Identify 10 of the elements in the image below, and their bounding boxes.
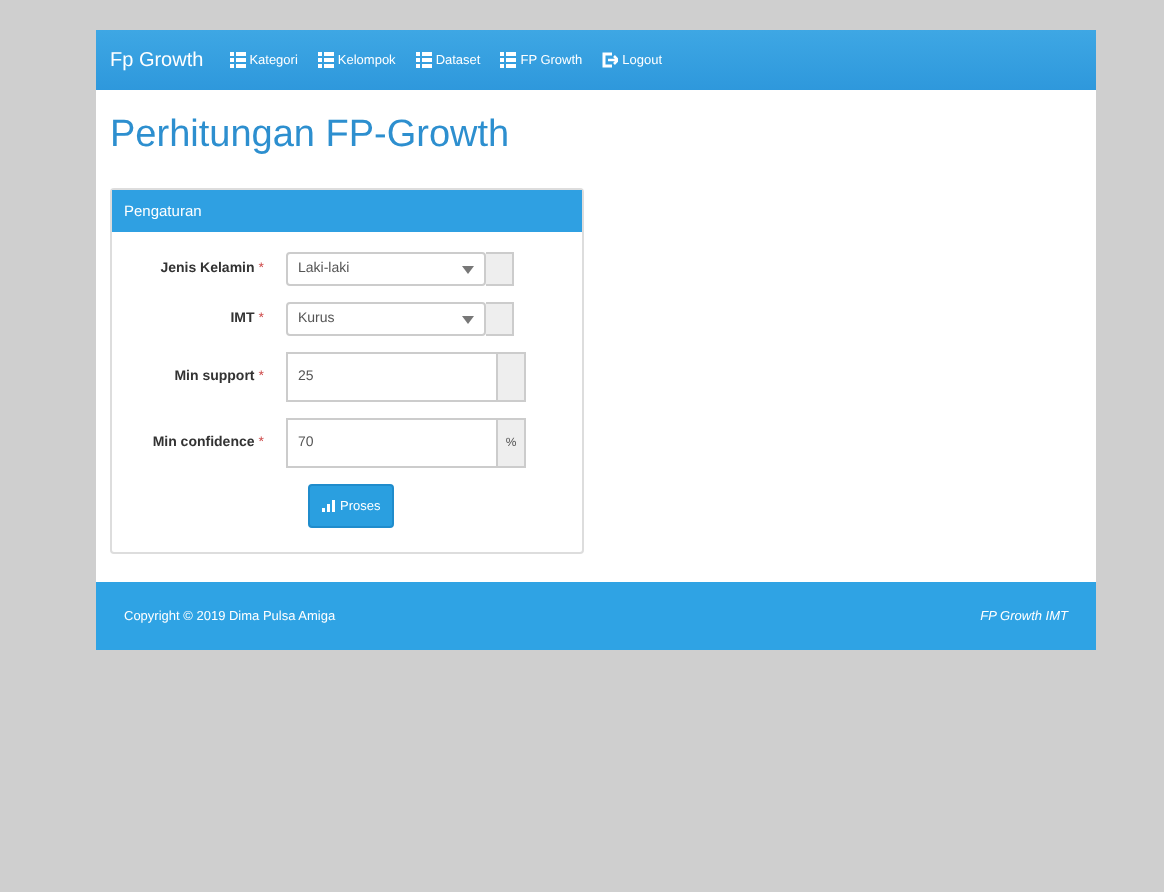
brand-link[interactable]: Fp Growth [110, 49, 204, 71]
list-icon [415, 52, 432, 68]
page-title: Perhitungan FP-Growth [110, 114, 512, 158]
list-icon [500, 52, 517, 68]
list-icon [317, 52, 334, 68]
caret-icon [462, 265, 474, 273]
logout-icon [602, 52, 619, 68]
caret-icon [462, 315, 474, 323]
bar-chart-icon [322, 500, 336, 512]
list-icon [229, 52, 246, 68]
